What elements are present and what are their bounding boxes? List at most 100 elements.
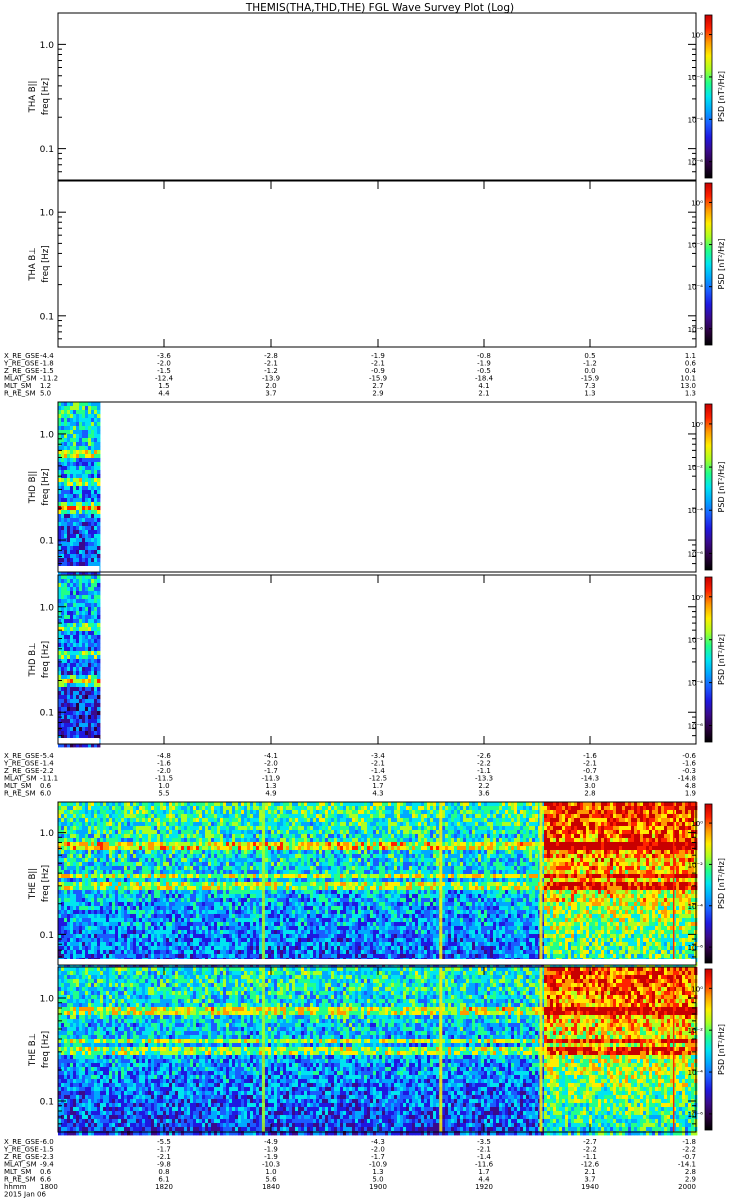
heatmap-cell (94, 518, 98, 523)
colorbar-tick-label: 10⁻² (688, 74, 704, 82)
heatmap-cell (178, 850, 182, 855)
heatmap-cell (73, 510, 77, 515)
heatmap-cell (82, 902, 86, 907)
heatmap-cell (250, 834, 254, 839)
heatmap-cell (205, 870, 209, 875)
heatmap-cell (67, 842, 71, 847)
heatmap-cell (136, 890, 140, 895)
heatmap-cell (79, 806, 83, 811)
heatmap-cell (295, 894, 299, 899)
heatmap-cell (256, 822, 260, 827)
heatmap-cell (91, 946, 95, 951)
heatmap-cell (313, 942, 317, 947)
heatmap-cell (202, 882, 206, 887)
heatmap-cell (286, 862, 290, 867)
heatmap-cell (148, 850, 152, 855)
heatmap-cell (82, 631, 86, 636)
heatmap-cell (256, 878, 260, 883)
heatmap-cell (82, 643, 86, 648)
heatmap-cell (163, 914, 167, 919)
heatmap-cell (229, 922, 233, 927)
heatmap-cell (109, 810, 113, 815)
heatmap-cell (136, 914, 140, 919)
heatmap-cell (61, 870, 65, 875)
heatmap-cell (229, 854, 233, 859)
heatmap-cell (226, 910, 230, 915)
heatmap-cell (70, 550, 74, 555)
heatmap-cell (274, 842, 278, 847)
heatmap-cell (58, 926, 62, 931)
heatmap-cell (193, 950, 197, 955)
heatmap-cell (184, 882, 188, 887)
heatmap-cell (88, 639, 92, 644)
heatmap-cell (217, 862, 221, 867)
heatmap-cell (139, 886, 143, 891)
heatmap-cell (301, 818, 305, 823)
heatmap-cell (79, 426, 83, 431)
heatmap-cell (88, 874, 92, 879)
heatmap-cell (247, 838, 251, 843)
heatmap-cell (82, 466, 86, 471)
heatmap-cell (229, 886, 233, 891)
heatmap-cell (310, 882, 314, 887)
heatmap-cell (103, 942, 107, 947)
heatmap-cell (64, 599, 68, 604)
heatmap-cell (295, 834, 299, 839)
heatmap-cell (256, 802, 260, 807)
heatmap-cell (148, 906, 152, 911)
heatmap-cell (223, 810, 227, 815)
heatmap-cell (193, 890, 197, 895)
heatmap-cell (91, 874, 95, 879)
heatmap-cell (253, 830, 257, 835)
heatmap-cell (268, 906, 272, 911)
heatmap-cell (73, 430, 77, 435)
heatmap-cell (103, 898, 107, 903)
heatmap-cell (154, 922, 158, 927)
heatmap-cell (256, 834, 260, 839)
heatmap-cell (313, 882, 317, 887)
heatmap-cell (268, 866, 272, 871)
heatmap-cell (208, 930, 212, 935)
heatmap-cell (61, 631, 65, 636)
heatmap-cell (304, 910, 308, 915)
heatmap-cell (94, 651, 98, 656)
heatmap-cell (88, 430, 92, 435)
heatmap-cell (70, 526, 74, 531)
heatmap-cell (220, 826, 224, 831)
heatmap-cell (73, 703, 77, 708)
heatmap-cell (85, 902, 89, 907)
heatmap-cell (292, 858, 296, 863)
heatmap-cell (250, 906, 254, 911)
heatmap-cell (172, 918, 176, 923)
heatmap-cell (316, 862, 320, 867)
heatmap-cell (82, 474, 86, 479)
heatmap-cell (259, 950, 263, 955)
heatmap-cell (97, 882, 101, 887)
heatmap-cell (316, 822, 320, 827)
heatmap-cell (112, 802, 116, 807)
heatmap-cell (271, 806, 275, 811)
heatmap-cell (190, 902, 194, 907)
heatmap-cell (193, 902, 197, 907)
heatmap-cell (88, 826, 92, 831)
heatmap-cell (79, 707, 83, 712)
heatmap-cell (223, 918, 227, 923)
heatmap-cell (181, 954, 185, 959)
heatmap-cell (313, 930, 317, 935)
heatmap-cell (163, 822, 167, 827)
heatmap-cell (238, 846, 242, 851)
heatmap-cell (130, 954, 134, 959)
heatmap-cell (235, 850, 239, 855)
heatmap-cell (217, 822, 221, 827)
heatmap-cell (217, 894, 221, 899)
heatmap-cell (304, 914, 308, 919)
heatmap-cell (88, 454, 92, 459)
heatmap-cell (154, 806, 158, 811)
heatmap-cell (79, 607, 83, 612)
heatmap-cell (85, 647, 89, 652)
heatmap-cell (181, 846, 185, 851)
heatmap-cell (70, 687, 74, 692)
heatmap-cell (100, 858, 104, 863)
heatmap-cell (193, 810, 197, 815)
heatmap-cell (166, 950, 170, 955)
